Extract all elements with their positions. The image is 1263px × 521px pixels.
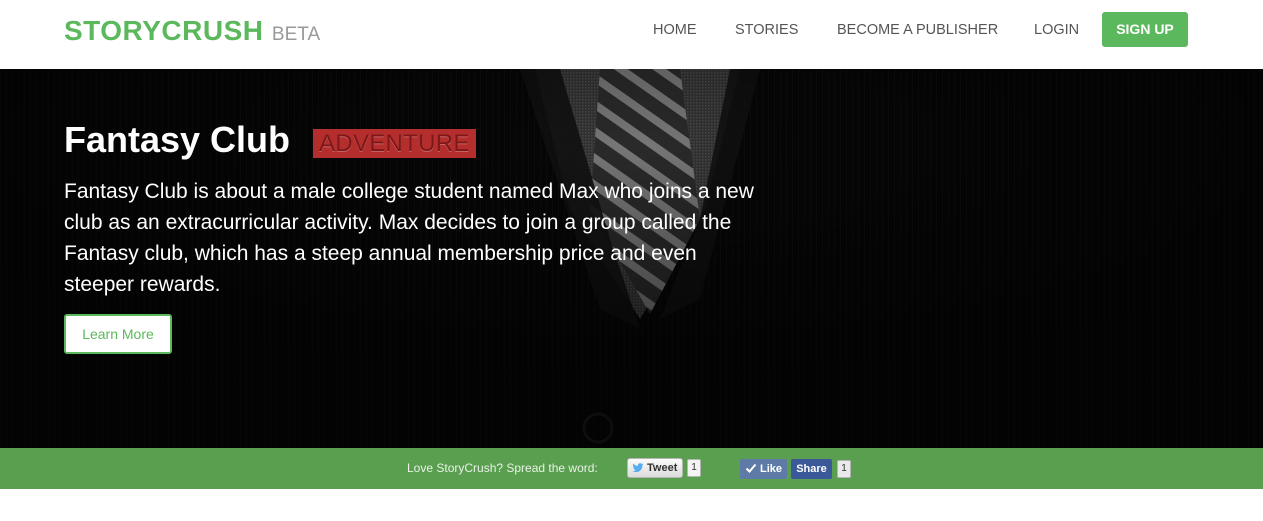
twitter-bird-icon bbox=[632, 463, 644, 473]
facebook-like-button[interactable]: Like bbox=[740, 459, 787, 479]
like-count: 1 bbox=[837, 460, 851, 478]
like-label: Like bbox=[760, 463, 783, 475]
hero-banner: Fantasy Club ADVENTURE Fantasy Club is a… bbox=[0, 69, 1263, 448]
facebook-share-button[interactable]: Share bbox=[791, 459, 832, 479]
tweet-count: 1 bbox=[687, 459, 701, 477]
story-title: Fantasy Club bbox=[64, 119, 291, 160]
genre-badge: ADVENTURE bbox=[313, 129, 476, 158]
nav-home-link[interactable]: HOME bbox=[653, 22, 697, 38]
share-bar: Love StoryCrush? Spread the word: Tweet … bbox=[0, 448, 1263, 489]
tweet-label: Tweet bbox=[647, 462, 678, 474]
nav-login-link[interactable]: LOGIN bbox=[1034, 22, 1079, 38]
story-description: Fantasy Club is about a male college stu… bbox=[64, 180, 754, 296]
learn-more-button[interactable]: Learn More bbox=[64, 314, 172, 354]
brand-beta-tag: BETA bbox=[271, 24, 321, 45]
brand-logo[interactable]: STORYCRUSH BETA bbox=[64, 15, 320, 47]
checkmark-icon bbox=[745, 463, 757, 473]
tweet-button[interactable]: Tweet bbox=[627, 458, 683, 478]
signup-button[interactable]: SIGN UP bbox=[1102, 12, 1188, 47]
share-prompt-text: Love StoryCrush? Spread the word: bbox=[407, 461, 598, 475]
nav-become-publisher-link[interactable]: BECOME A PUBLISHER bbox=[837, 22, 998, 38]
brand-name: STORYCRUSH bbox=[64, 15, 264, 46]
nav-stories-link[interactable]: STORIES bbox=[735, 22, 798, 38]
top-navbar: STORYCRUSH BETA HOME STORIES BECOME A PU… bbox=[0, 0, 1263, 69]
